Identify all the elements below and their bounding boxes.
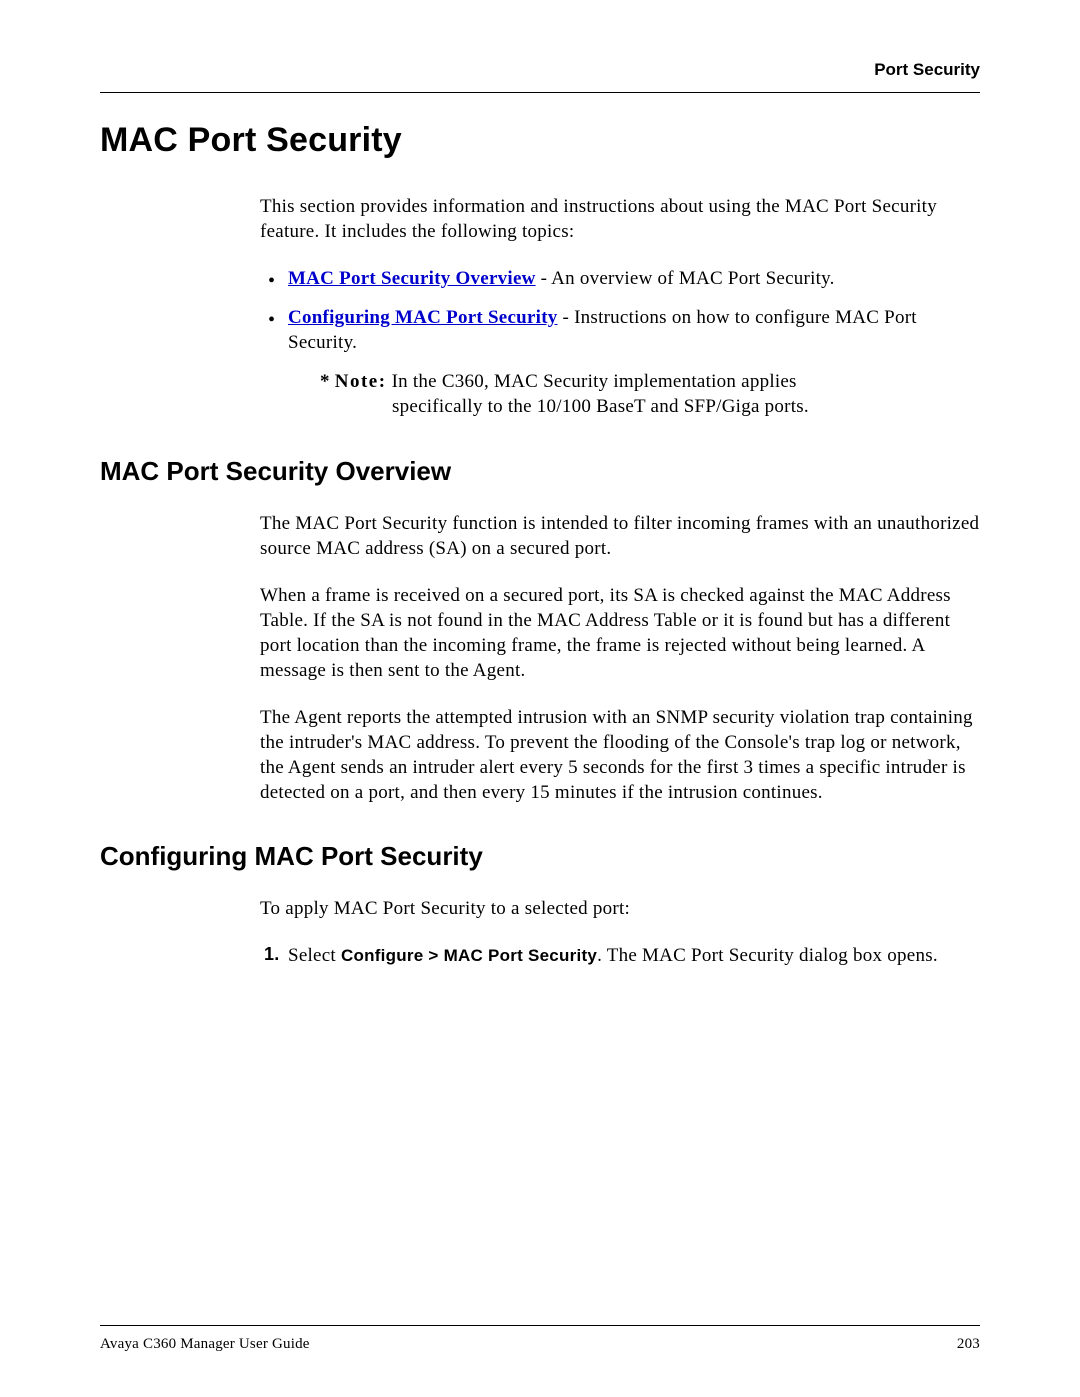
config-block: To apply MAC Port Security to a selected…: [260, 896, 980, 968]
running-header: Port Security: [100, 60, 980, 80]
topic-list: MAC Port Security Overview - An overview…: [260, 266, 980, 355]
link-overview[interactable]: MAC Port Security Overview: [288, 268, 536, 289]
note-text-line2: specifically to the 10/100 BaseT and SFP…: [320, 394, 980, 419]
step-prefix: Select: [288, 945, 341, 966]
header-rule: [100, 92, 980, 93]
topic-item: Configuring MAC Port Security - Instruct…: [288, 305, 980, 355]
footer-rule: [100, 1325, 980, 1326]
intro-block: This section provides information and in…: [260, 194, 980, 420]
note-block: * Note: In the C360, MAC Security implem…: [320, 369, 980, 419]
overview-p3: The Agent reports the attempted intrusio…: [260, 705, 980, 805]
chapter-title: MAC Port Security: [100, 121, 980, 160]
section-title-configuring: Configuring MAC Port Security: [100, 841, 980, 872]
note-text-line1: In the C360, MAC Security implementation…: [387, 371, 797, 392]
overview-p2: When a frame is received on a secured po…: [260, 583, 980, 683]
step-menu-path: Configure > MAC Port Security: [341, 946, 597, 965]
step-suffix: . The MAC Port Security dialog box opens…: [597, 945, 938, 966]
overview-block: The MAC Port Security function is intend…: [260, 511, 980, 806]
note-star: *: [320, 371, 335, 392]
overview-p1: The MAC Port Security function is intend…: [260, 511, 980, 561]
topic-item: MAC Port Security Overview - An overview…: [288, 266, 980, 291]
note-label: Note:: [335, 371, 387, 392]
link-configuring[interactable]: Configuring MAC Port Security: [288, 307, 558, 328]
config-intro: To apply MAC Port Security to a selected…: [260, 896, 980, 921]
intro-paragraph: This section provides information and in…: [260, 194, 980, 244]
topic-desc: - An overview of MAC Port Security.: [536, 268, 835, 289]
page-footer: Avaya C360 Manager User Guide 203: [100, 1325, 980, 1353]
step-number: 1.: [264, 943, 280, 967]
footer-page-number: 203: [957, 1336, 980, 1353]
step-item: 1. Select Configure > MAC Port Security.…: [288, 943, 980, 968]
section-title-overview: MAC Port Security Overview: [100, 456, 980, 487]
document-page: Port Security MAC Port Security This sec…: [0, 0, 1080, 1397]
step-list: 1. Select Configure > MAC Port Security.…: [260, 943, 980, 968]
footer-guide-title: Avaya C360 Manager User Guide: [100, 1336, 310, 1353]
